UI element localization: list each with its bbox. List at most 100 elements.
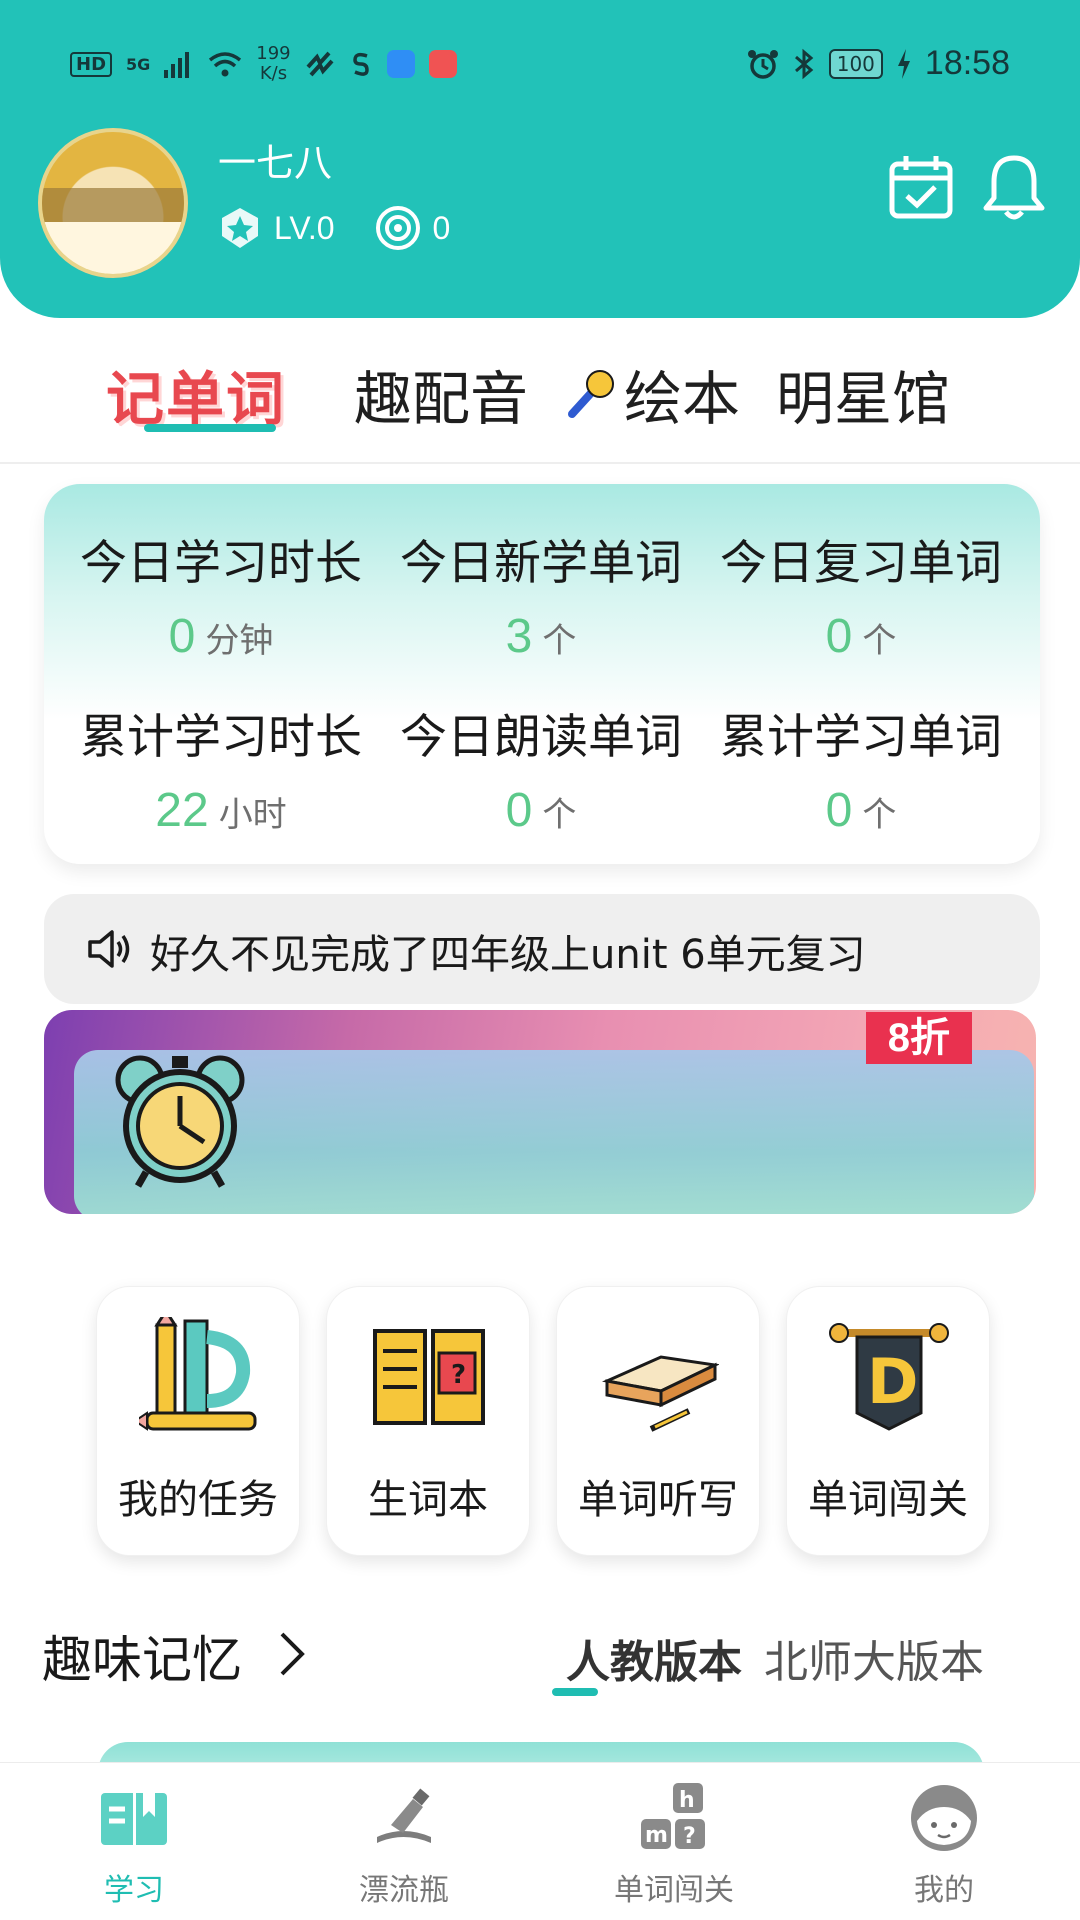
battery-indicator: 100 [828, 48, 883, 79]
wifi-icon [209, 52, 242, 77]
alarm-clock-icon [115, 1055, 245, 1188]
svg-text:m: m [645, 1823, 668, 1848]
promo-banner[interactable]: 8折 [44, 1010, 1036, 1214]
stat-label: 今日学习时长 [80, 536, 362, 591]
ruler-pencil-icon [139, 1317, 257, 1431]
feature-word-challenge[interactable]: D 单词闯关 [786, 1286, 990, 1556]
edition-active-indicator [552, 1688, 598, 1696]
tab-active-indicator [144, 424, 276, 432]
stat-value: 0 [168, 610, 196, 663]
feature-label: 单词闯关 [808, 1477, 968, 1523]
speed-unit: K/s [259, 63, 288, 84]
nav-learn[interactable]: 学习 [34, 1781, 234, 1909]
profile-header: HD 5G 199 K/s 100 18:58 一七八 LV.0 0 [0, 0, 1080, 318]
avatar[interactable] [38, 128, 188, 278]
feature-label: 我的任务 [118, 1477, 278, 1523]
hd-indicator: HD [70, 51, 113, 77]
status-bar: HD 5G 199 K/s 100 18:58 [0, 38, 1080, 94]
stat-unit: 个 [862, 621, 897, 661]
fun-memory-title[interactable]: 趣味记忆 [42, 1620, 242, 1692]
stat-unit: 个 [542, 795, 577, 835]
stat-unit: 小时 [218, 795, 287, 835]
status-left: HD 5G 199 K/s [70, 44, 457, 84]
notice-text: 好久不见完成了四年级上unit 6单元复习 [150, 932, 866, 978]
edition-tab-pep[interactable]: 人教版本 [566, 1626, 742, 1690]
feature-vocab-book[interactable]: ? 生词本 [326, 1286, 530, 1556]
cloud-app-icon [386, 50, 415, 78]
tab-star-hall[interactable]: 明星馆 [776, 352, 950, 436]
book-pen-icon [601, 1355, 719, 1432]
d-banner-icon: D [829, 1323, 949, 1431]
signal-icon [164, 52, 190, 78]
stat-today-duration: 今日学习时长 0 分钟 [56, 524, 386, 664]
nav-label: 漂流瓶 [359, 1873, 449, 1908]
stat-label: 累计学习单词 [720, 710, 1002, 765]
charging-icon [897, 48, 910, 79]
speaker-icon [88, 930, 130, 968]
stat-value: 0 [825, 610, 853, 663]
alarm-icon [747, 49, 778, 79]
nav-word-challenge[interactable]: h m ? 单词闯关 [574, 1781, 774, 1909]
stat-total-duration: 累计学习时长 22 小时 [56, 698, 386, 838]
feature-dictation[interactable]: 单词听写 [556, 1286, 760, 1556]
stat-value: 3 [505, 610, 533, 663]
stat-label: 今日朗读单词 [400, 710, 682, 765]
book-icon [101, 1793, 167, 1845]
feature-label: 单词听写 [578, 1477, 738, 1523]
stat-unit: 个 [862, 795, 897, 835]
stat-value: 22 [155, 784, 209, 837]
nav-drift-bottle[interactable]: 漂流瓶 [304, 1781, 504, 1909]
svg-text:D: D [867, 1345, 918, 1418]
stat-today-review-words: 今日复习单词 0个 [696, 524, 1026, 664]
network-speed: 199 K/s [256, 44, 290, 84]
tab-picture-book[interactable]: 绘本 [564, 352, 740, 436]
discount-badge: 8折 [865, 1012, 972, 1064]
nav-profile[interactable]: 我的 [844, 1781, 1044, 1909]
user-name[interactable]: 一七八 [218, 132, 332, 187]
level-row: LV.0 0 [218, 205, 450, 251]
book-app-icon [428, 50, 457, 78]
stat-unit: 个 [542, 621, 577, 661]
svg-text:?: ? [451, 1360, 466, 1390]
coin-icon [375, 206, 420, 250]
svg-text:h: h [679, 1788, 695, 1813]
status-right: 100 18:58 [747, 44, 1010, 83]
nav-label: 单词闯关 [614, 1873, 734, 1908]
stat-unit: 分钟 [205, 621, 274, 661]
avatar-pattern-bottom [42, 222, 184, 274]
stat-total-words: 累计学习单词 0个 [696, 698, 1026, 838]
notice-bar[interactable]: 好久不见完成了四年级上unit 6单元复习 [44, 894, 1040, 1004]
feature-my-tasks[interactable]: 我的任务 [96, 1286, 300, 1556]
top-tabs: 记单词 趣配音 绘本 明星馆 [0, 340, 1080, 464]
chevron-right-icon[interactable] [274, 1628, 310, 1680]
stat-label: 累计学习时长 [80, 710, 362, 765]
avatar-pattern [42, 188, 184, 226]
speed-value: 199 [256, 43, 291, 64]
level-text: LV.0 [274, 209, 335, 246]
svg-text:?: ? [683, 1824, 696, 1849]
microphone-icon [568, 370, 614, 418]
stat-value: 0 [505, 784, 533, 837]
status-time: 18:58 [924, 44, 1010, 82]
stat-today-new-words: 今日新学单词 3个 [376, 524, 706, 664]
stat-label: 今日复习单词 [720, 536, 1002, 591]
stat-label: 今日新学单词 [400, 536, 682, 591]
stat-value: 0 [825, 784, 853, 837]
letter-blocks-icon: h m ? [641, 1783, 705, 1849]
network-type: 5G [126, 54, 151, 74]
feature-label: 生词本 [368, 1477, 488, 1523]
face-icon [911, 1785, 977, 1851]
stats-card: 今日学习时长 0 分钟 今日新学单词 3个 今日复习单词 0个 累计学习时长 22… [44, 484, 1040, 864]
sync-icon [352, 52, 369, 76]
edition-tab-bnu[interactable]: 北师大版本 [764, 1626, 984, 1690]
bottom-nav: 学习 漂流瓶 h m ? 单词闯关 我的 [0, 1762, 1080, 1920]
tab-picture-book-label: 绘本 [624, 365, 741, 433]
bottle-icon [377, 1788, 431, 1843]
tab-dubbing[interactable]: 趣配音 [354, 352, 528, 436]
calendar-checkin-icon[interactable] [888, 154, 954, 220]
bell-icon[interactable] [980, 152, 1048, 222]
stat-today-read-words: 今日朗读单词 0个 [376, 698, 706, 838]
open-book-icon: ? [373, 1329, 485, 1425]
nav-label: 学习 [104, 1873, 164, 1908]
level-badge-icon [222, 208, 258, 248]
